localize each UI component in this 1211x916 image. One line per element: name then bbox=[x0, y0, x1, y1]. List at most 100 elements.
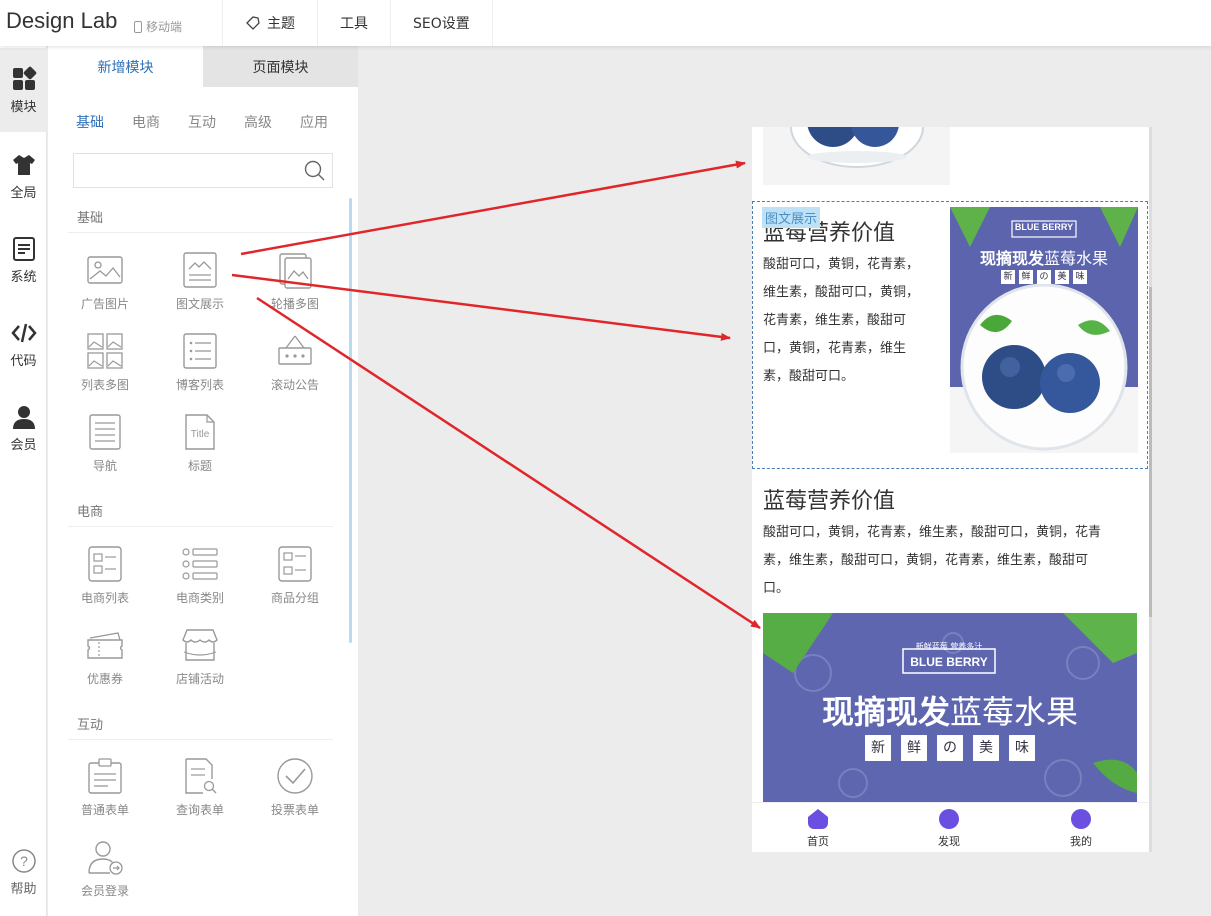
category-app[interactable]: 应用 bbox=[300, 112, 328, 132]
text-line: 素，维生素，酸甜可口，黄铜，花青素，维生素，酸甜可 bbox=[763, 553, 1089, 568]
module-label: 店铺活动 bbox=[175, 672, 224, 686]
text-line: 酸甜可口，黄铜，花青素，维生素，酸甜可口，黄铜，花青 bbox=[763, 525, 1102, 540]
tab-label: 首页 bbox=[807, 835, 829, 848]
module-label: 标题 bbox=[187, 459, 212, 473]
tab-label: 我的 bbox=[1070, 835, 1092, 848]
panel-tabs: 新增模块 页面模块 bbox=[48, 46, 358, 87]
mobile-mode-toggle[interactable]: 移动端 bbox=[134, 18, 182, 35]
preview-scrollbar[interactable] bbox=[1149, 127, 1152, 852]
nav-tools[interactable]: 工具 bbox=[317, 0, 390, 46]
tab-mine[interactable]: 我的 bbox=[1051, 809, 1111, 849]
mobile-tabbar: 首页 发现 我的 bbox=[752, 802, 1149, 852]
module-label: 会员登录 bbox=[80, 884, 129, 898]
notice-icon bbox=[278, 335, 312, 365]
member-login-icon bbox=[88, 841, 123, 875]
module-label: 广告图片 bbox=[80, 297, 129, 311]
module-scroll-notice[interactable]: 滚动公告 bbox=[255, 332, 335, 406]
module-carousel[interactable]: 轮播多图 bbox=[255, 251, 335, 325]
rail-item-modules[interactable]: 模块 bbox=[0, 48, 47, 132]
nav-theme-label: 主题 bbox=[267, 16, 295, 32]
text-line: 素，酸甜可口。 bbox=[763, 369, 855, 384]
blueberry-bowl-image bbox=[790, 127, 924, 168]
module-ad-image[interactable]: 广告图片 bbox=[65, 251, 145, 325]
product-image[interactable] bbox=[950, 207, 1138, 453]
module-label: 商品分组 bbox=[270, 591, 319, 605]
card1-body[interactable]: 酸甜可口，黄铜，花青素， 维生素，酸甜可口，黄铜， 花青素，维生素，酸甜可 口，… bbox=[763, 251, 919, 391]
banner-char: の bbox=[937, 735, 963, 761]
banner-title-bold: 现摘现发 bbox=[821, 693, 950, 731]
module-label: 电商类别 bbox=[175, 591, 224, 605]
card2-heading[interactable]: 蓝莓营养价值 bbox=[763, 483, 895, 515]
rail-item-global[interactable]: 全局 bbox=[0, 134, 47, 218]
module-coupon[interactable]: 优惠券 bbox=[65, 626, 145, 700]
rail-item-code[interactable]: 代码 bbox=[0, 302, 47, 386]
search-icon[interactable] bbox=[304, 160, 326, 182]
text-line: 口，黄铜，花青素，维生 bbox=[763, 341, 907, 356]
navigation-icon bbox=[89, 414, 121, 450]
module-label: 查询表单 bbox=[175, 803, 224, 817]
divider bbox=[68, 739, 333, 740]
card2-body[interactable]: 酸甜可口，黄铜，花青素，维生素，酸甜可口，黄铜，花青 素，维生素，酸甜可口，黄铜… bbox=[763, 519, 1101, 603]
module-list-images[interactable]: 列表多图 bbox=[65, 332, 145, 406]
user-icon bbox=[12, 405, 35, 429]
module-member-login[interactable]: 会员登录 bbox=[65, 838, 145, 912]
banner-title: 现摘现发蓝莓水果 bbox=[763, 687, 1137, 733]
preview-scroll-thumb[interactable] bbox=[1149, 287, 1152, 617]
section-title-ecommerce: 电商 bbox=[77, 505, 104, 520]
nav-theme[interactable]: 主题 bbox=[222, 0, 317, 46]
module-label: 普通表单 bbox=[80, 803, 129, 817]
module-title[interactable]: Title 标题 bbox=[160, 413, 240, 487]
mobile-preview: 图文展示 蓝莓营养价值 酸甜可口，黄铜，花青素， 维生素，酸甜可口，黄铜， 花青… bbox=[752, 127, 1152, 852]
svg-text:Title: Title bbox=[191, 429, 210, 440]
module-product-group[interactable]: 商品分组 bbox=[255, 545, 335, 619]
module-normal-form[interactable]: 普通表单 bbox=[65, 757, 145, 831]
poster-char: 新 bbox=[1001, 270, 1015, 284]
tab-add-module[interactable]: 新增模块 bbox=[48, 46, 203, 87]
top-nav: 主题 工具 SEO设置 bbox=[222, 0, 493, 46]
module-store-activity[interactable]: 店铺活动 bbox=[160, 626, 240, 700]
module-label: 列表多图 bbox=[80, 378, 129, 392]
category-basic[interactable]: 基础 bbox=[76, 112, 104, 132]
category-advanced[interactable]: 高级 bbox=[244, 112, 272, 132]
module-ecommerce-list[interactable]: 电商列表 bbox=[65, 545, 145, 619]
banner-char: 美 bbox=[973, 735, 999, 761]
module-ecommerce-category[interactable]: 电商类别 bbox=[160, 545, 240, 619]
module-navigation[interactable]: 导航 bbox=[65, 413, 145, 487]
store-icon bbox=[182, 629, 218, 661]
module-query-form[interactable]: 查询表单 bbox=[160, 757, 240, 831]
tab-label: 发现 bbox=[938, 835, 960, 848]
tab-discover[interactable]: 发现 bbox=[919, 809, 979, 849]
text-line: 花青素，维生素，酸甜可 bbox=[763, 313, 907, 328]
rail-label: 全局 bbox=[10, 185, 37, 201]
tab-home[interactable]: 首页 bbox=[788, 809, 848, 849]
category-tabs: 基础 电商 互动 高级 应用 bbox=[76, 112, 328, 132]
profile-icon bbox=[1071, 809, 1091, 829]
module-blog-list[interactable]: 博客列表 bbox=[160, 332, 240, 406]
module-label: 投票表单 bbox=[270, 803, 319, 817]
shirt-icon bbox=[12, 154, 35, 175]
rail-item-system[interactable]: 系统 bbox=[0, 218, 47, 302]
rail-item-help[interactable]: ? 帮助 bbox=[0, 830, 47, 914]
poster-char: の bbox=[1037, 270, 1051, 284]
category-interactive[interactable]: 互动 bbox=[188, 112, 216, 132]
partial-blueberry-image[interactable] bbox=[763, 127, 950, 185]
icon-rail: 模块 全局 系统 代码 会员 ? 帮助 bbox=[0, 46, 47, 916]
banner-tag: BLUE BERRY bbox=[910, 655, 988, 669]
code-icon bbox=[10, 323, 37, 342]
section-title-interactive: 互动 bbox=[77, 718, 104, 733]
banner-small-text: 新鲜蓝莓 营养多汁 bbox=[915, 642, 983, 651]
list-icon bbox=[183, 333, 217, 369]
selected-module-tag[interactable]: 图文展示 bbox=[762, 207, 821, 228]
tab-page-module[interactable]: 页面模块 bbox=[203, 46, 358, 87]
panel-scrollbar[interactable] bbox=[349, 198, 352, 643]
category-ecommerce[interactable]: 电商 bbox=[132, 112, 160, 132]
discover-icon bbox=[939, 809, 959, 829]
rail-label: 代码 bbox=[10, 353, 37, 369]
module-vote-form[interactable]: 投票表单 bbox=[255, 757, 335, 831]
nav-seo[interactable]: SEO设置 bbox=[390, 0, 493, 46]
module-panel: 新增模块 页面模块 基础 电商 互动 高级 应用 基础 广告图片 图文展示 轮播… bbox=[48, 46, 358, 916]
module-search[interactable] bbox=[73, 153, 333, 188]
module-image-text[interactable]: 图文展示 bbox=[160, 251, 240, 325]
rail-item-member[interactable]: 会员 bbox=[0, 386, 47, 470]
divider bbox=[68, 526, 333, 527]
